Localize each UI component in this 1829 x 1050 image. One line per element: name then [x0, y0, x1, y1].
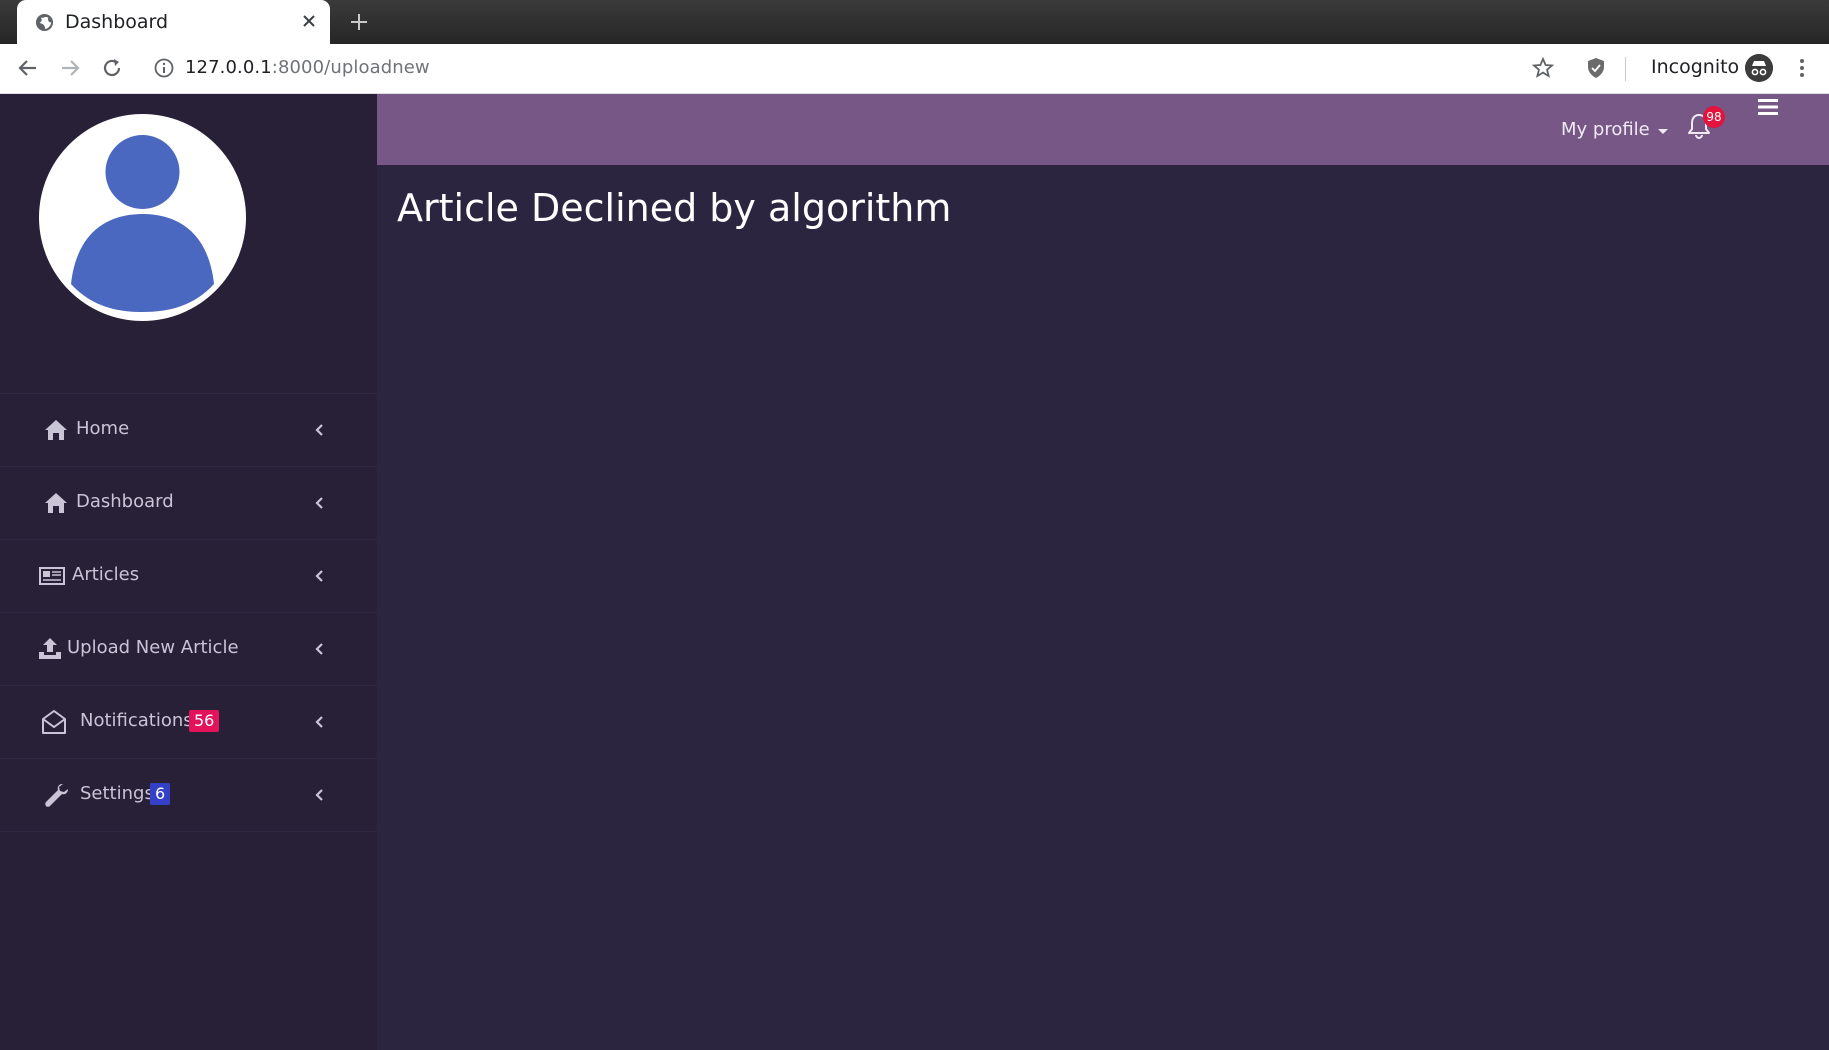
- my-profile-dropdown[interactable]: My profile: [1561, 119, 1668, 140]
- incognito-label: Incognito: [1651, 56, 1740, 78]
- sidebar-item-label: Articles: [72, 564, 140, 585]
- hamburger-menu-icon[interactable]: [1756, 96, 1780, 118]
- notification-count-badge: 98: [1703, 106, 1725, 128]
- chevron-left-icon: [315, 643, 323, 655]
- sidebar-item-label: Dashboard: [76, 491, 174, 512]
- home-icon: [45, 420, 67, 440]
- url-path: :8000/uploadnew: [271, 57, 430, 78]
- browser-tab[interactable]: Dashboard: [17, 0, 330, 44]
- chevron-left-icon: [315, 570, 323, 582]
- url-host: 127.0.0.1: [185, 57, 272, 78]
- main-content: Article Declined by algorithm: [377, 165, 1829, 1050]
- user-icon: [71, 135, 214, 312]
- browser-tab-strip: Dashboard: [0, 0, 1829, 44]
- more-vert-icon[interactable]: [1790, 56, 1814, 80]
- forward-arrow-icon[interactable]: [58, 56, 82, 80]
- chevron-left-icon: [315, 789, 323, 801]
- close-icon[interactable]: [300, 12, 318, 30]
- avatar[interactable]: [39, 114, 246, 321]
- sidebar-item-dashboard[interactable]: Dashboard: [0, 467, 377, 540]
- sidebar-item-articles[interactable]: Articles: [0, 540, 377, 613]
- sidebar-item-upload-new-article[interactable]: Upload New Article: [0, 613, 377, 686]
- newspaper-icon: [39, 567, 65, 585]
- sidebar-item-label: Notifications: [80, 710, 193, 731]
- home-icon: [45, 493, 67, 513]
- sidebar-item-label: Settings: [80, 783, 154, 804]
- sidebar-item-notifications[interactable]: Notifications 56: [0, 686, 377, 759]
- incognito-icon[interactable]: [1745, 54, 1773, 82]
- sidebar-item-label: Upload New Article: [67, 637, 239, 658]
- envelope-open-icon: [42, 710, 66, 734]
- info-icon[interactable]: [153, 57, 175, 79]
- reload-icon[interactable]: [100, 56, 124, 80]
- star-icon[interactable]: [1531, 56, 1555, 80]
- toolbar-separator: [1625, 57, 1626, 81]
- chevron-left-icon: [315, 497, 323, 509]
- chevron-left-icon: [315, 424, 323, 436]
- sidebar-item-label: Home: [76, 418, 130, 439]
- my-profile-label: My profile: [1561, 119, 1650, 140]
- sidebar-menu: Home Dashboard Articles Upload New Artic…: [0, 393, 377, 832]
- notifications-badge: 56: [189, 710, 220, 732]
- sidebar-item-settings[interactable]: Settings 6: [0, 759, 377, 832]
- sidebar: Home Dashboard Articles Upload New Artic…: [0, 94, 377, 1050]
- page-title: Article Declined by algorithm: [397, 186, 952, 230]
- globe-icon: [35, 13, 54, 32]
- address-bar[interactable]: 127.0.0.1:8000/uploadnew: [185, 57, 430, 78]
- back-arrow-icon[interactable]: [16, 56, 40, 80]
- chevron-left-icon: [315, 716, 323, 728]
- caret-down-icon: [1657, 129, 1668, 134]
- wrench-icon: [45, 784, 68, 807]
- sidebar-item-home[interactable]: Home: [0, 394, 377, 467]
- new-tab-icon[interactable]: [348, 11, 370, 33]
- tab-title: Dashboard: [65, 11, 169, 33]
- browser-toolbar: 127.0.0.1:8000/uploadnew Incognito: [0, 44, 1829, 94]
- settings-badge: 6: [150, 783, 171, 805]
- shield-extension-icon[interactable]: [1584, 56, 1608, 80]
- upload-icon: [39, 638, 61, 659]
